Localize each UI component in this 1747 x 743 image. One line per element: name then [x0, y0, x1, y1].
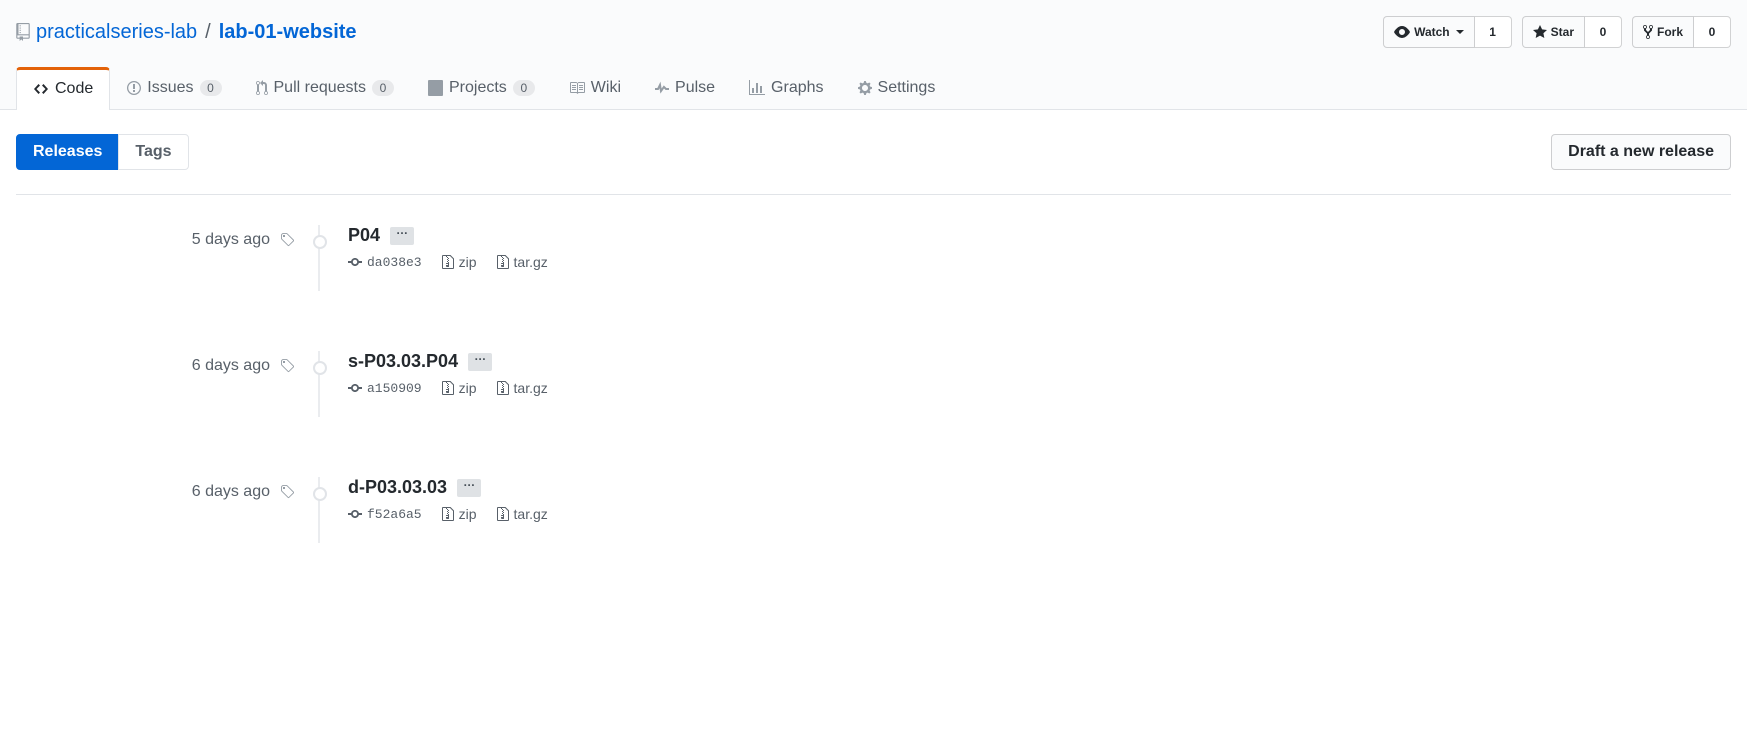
- watch-group: Watch 1: [1383, 16, 1512, 48]
- release-commit-sha: f52a6a5: [367, 507, 422, 522]
- release-title-link[interactable]: s-P03.03.P04: [348, 351, 458, 372]
- release-entry: 5 days ago P04 … da038e3 zip ta: [16, 195, 1731, 321]
- release-entry: 6 days ago d-P03.03.03 … f52a6a5 zip: [16, 447, 1731, 573]
- gear-icon: [858, 80, 872, 96]
- release-download-zip-label: zip: [459, 506, 477, 522]
- subnav-releases[interactable]: Releases: [16, 134, 119, 170]
- file-zip-icon: [497, 506, 509, 522]
- repo-nav: Code Issues 0 Pull requests 0 Projects 0…: [16, 66, 1731, 109]
- release-commit-link[interactable]: da038e3: [348, 254, 422, 270]
- tab-pulls-count: 0: [372, 80, 394, 96]
- tab-pulse-label: Pulse: [675, 79, 715, 97]
- tab-settings-label: Settings: [878, 79, 936, 97]
- file-zip-icon: [442, 506, 454, 522]
- watch-button[interactable]: Watch: [1383, 16, 1475, 48]
- star-label: Star: [1551, 22, 1574, 42]
- release-age: 5 days ago: [192, 231, 270, 249]
- subnav-tags[interactable]: Tags: [118, 134, 188, 170]
- ellipsis-expander[interactable]: …: [468, 353, 492, 371]
- pulse-icon: [655, 80, 669, 96]
- timeline-marker: [313, 235, 327, 249]
- fork-label: Fork: [1657, 22, 1683, 42]
- watch-label: Watch: [1414, 22, 1450, 42]
- release-download-targz[interactable]: tar.gz: [497, 380, 548, 396]
- tab-pulls-label: Pull requests: [274, 79, 367, 97]
- release-download-targz[interactable]: tar.gz: [497, 254, 548, 270]
- star-group: Star 0: [1522, 16, 1622, 48]
- tab-projects-count: 0: [513, 80, 535, 96]
- tag-icon: [280, 484, 294, 500]
- git-commit-icon: [348, 506, 362, 522]
- file-zip-icon: [497, 380, 509, 396]
- tab-wiki[interactable]: Wiki: [552, 66, 638, 109]
- ellipsis-expander[interactable]: …: [390, 227, 414, 245]
- book-icon: [569, 80, 585, 96]
- caret-down-icon: [1456, 30, 1464, 34]
- git-pull-request-icon: [256, 80, 268, 96]
- release-download-targz-label: tar.gz: [514, 254, 548, 270]
- release-entry: 6 days ago s-P03.03.P04 … a150909 zip: [16, 321, 1731, 447]
- tab-pulls[interactable]: Pull requests 0: [239, 66, 412, 109]
- eye-icon: [1394, 24, 1410, 40]
- tab-pulse[interactable]: Pulse: [638, 66, 732, 109]
- tag-icon: [280, 358, 294, 374]
- ellipsis-expander[interactable]: …: [457, 479, 481, 497]
- timeline-marker: [313, 487, 327, 501]
- file-zip-icon: [442, 380, 454, 396]
- tag-icon: [280, 232, 294, 248]
- release-commit-link[interactable]: f52a6a5: [348, 506, 422, 522]
- tab-graphs-label: Graphs: [771, 79, 823, 97]
- graph-icon: [749, 80, 765, 96]
- releases-subnav: Releases Tags: [16, 134, 189, 170]
- release-download-zip-label: zip: [459, 380, 477, 396]
- tab-code[interactable]: Code: [16, 67, 110, 110]
- tab-settings[interactable]: Settings: [841, 66, 953, 109]
- git-commit-icon: [348, 380, 362, 396]
- release-commit-sha: da038e3: [367, 255, 422, 270]
- tab-graphs[interactable]: Graphs: [732, 66, 840, 109]
- release-download-zip[interactable]: zip: [442, 506, 477, 522]
- release-title-link[interactable]: P04: [348, 225, 380, 246]
- repo-name-link[interactable]: lab-01-website: [219, 21, 357, 44]
- release-download-targz[interactable]: tar.gz: [497, 506, 548, 522]
- code-icon: [33, 81, 49, 97]
- tab-issues-label: Issues: [147, 79, 193, 97]
- draft-release-button[interactable]: Draft a new release: [1551, 134, 1731, 170]
- star-count[interactable]: 0: [1585, 16, 1622, 48]
- fork-group: Fork 0: [1632, 16, 1731, 48]
- git-commit-icon: [348, 254, 362, 270]
- fork-icon: [1643, 24, 1653, 40]
- release-commit-link[interactable]: a150909: [348, 380, 422, 396]
- repo-icon: [16, 23, 30, 41]
- release-commit-sha: a150909: [367, 381, 422, 396]
- project-icon: [428, 80, 443, 96]
- release-download-targz-label: tar.gz: [514, 380, 548, 396]
- watch-count[interactable]: 1: [1475, 16, 1512, 48]
- repo-title: practicalseries-lab / lab-01-website: [16, 21, 357, 44]
- release-download-zip[interactable]: zip: [442, 254, 477, 270]
- tab-issues[interactable]: Issues 0: [110, 66, 238, 109]
- release-download-zip[interactable]: zip: [442, 380, 477, 396]
- release-title-link[interactable]: d-P03.03.03: [348, 477, 447, 498]
- release-download-targz-label: tar.gz: [514, 506, 548, 522]
- tab-code-label: Code: [55, 80, 93, 98]
- tab-wiki-label: Wiki: [591, 79, 621, 97]
- star-button[interactable]: Star: [1522, 16, 1585, 48]
- star-icon: [1533, 24, 1547, 40]
- file-zip-icon: [442, 254, 454, 270]
- tab-issues-count: 0: [200, 80, 222, 96]
- release-age: 6 days ago: [192, 357, 270, 375]
- release-timeline: 5 days ago P04 … da038e3 zip ta: [16, 194, 1731, 573]
- tab-projects[interactable]: Projects 0: [411, 66, 552, 109]
- release-age: 6 days ago: [192, 483, 270, 501]
- issue-icon: [127, 80, 141, 96]
- file-zip-icon: [497, 254, 509, 270]
- repo-owner-link[interactable]: practicalseries-lab: [36, 21, 197, 44]
- tab-projects-label: Projects: [449, 79, 507, 97]
- fork-button[interactable]: Fork: [1632, 16, 1694, 48]
- fork-count[interactable]: 0: [1694, 16, 1731, 48]
- release-download-zip-label: zip: [459, 254, 477, 270]
- timeline-marker: [313, 361, 327, 375]
